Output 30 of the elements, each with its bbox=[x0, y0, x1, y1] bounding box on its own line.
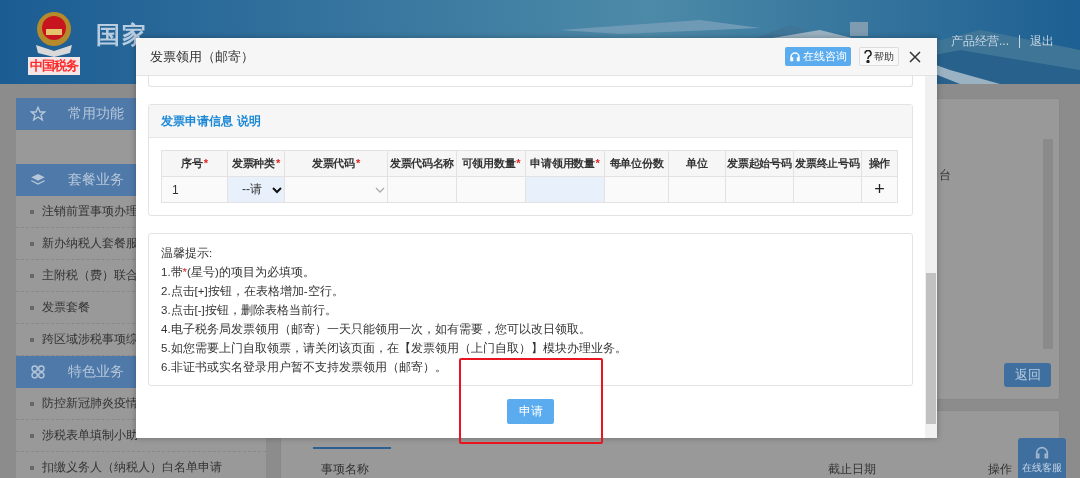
column-header: 操作 bbox=[988, 461, 1012, 478]
tip-text: 4.电子税务局发票领用（邮寄）一天只能领用一次，如有需要，您可以改日领取。 bbox=[161, 322, 592, 337]
section-title: 发票申请信息 bbox=[161, 112, 233, 130]
tip-text: 3.点击[-]按钮，删除表格当前行。 bbox=[161, 303, 338, 318]
column-header: 操作 bbox=[861, 150, 898, 177]
tip-text: 5.如您需要上门自取领票，请关闭该页面，在【发票领用（上门自取）】模块办理业务。 bbox=[161, 341, 628, 356]
section-title: 特色业务 bbox=[68, 363, 124, 381]
column-header: 可领用数量* bbox=[456, 150, 526, 177]
column-header: 每单位份数 bbox=[604, 150, 669, 177]
tip-text: 2.点击[+]按钮，在表格增加-空行。 bbox=[161, 284, 345, 299]
column-header: 单位 bbox=[668, 150, 726, 177]
logo-text: 中国税务 bbox=[28, 57, 80, 75]
column-header: 发票代码* bbox=[284, 150, 388, 177]
dialog-title: 发票领用（邮寄） bbox=[150, 47, 255, 66]
user-name: 产品经营... bbox=[951, 33, 1009, 50]
column-header: 发票种类* bbox=[227, 150, 285, 177]
column-header: 事项名称 bbox=[321, 461, 369, 478]
section-title: 常用功能 bbox=[68, 105, 124, 123]
column-header: 发票起始号码 bbox=[725, 150, 794, 177]
tips-title: 温馨提示: bbox=[161, 246, 214, 261]
column-header: 序号* bbox=[161, 150, 228, 177]
column-header: 申请领用数量* bbox=[525, 150, 605, 177]
tip-text: 1.带*(星号)的项目为必填项。 bbox=[161, 265, 316, 280]
column-header: 发票终止号码 bbox=[793, 150, 862, 177]
tip-text: 6.非证书或实名登录用户暂不支持发票领用（邮寄）。 bbox=[161, 360, 448, 375]
column-header: 发票代码名称 bbox=[387, 150, 457, 177]
section-title: 套餐业务 bbox=[68, 171, 124, 189]
panel-text: 台 bbox=[939, 167, 951, 184]
column-header: 截止日期 bbox=[828, 461, 876, 478]
table-cell: 1 bbox=[161, 176, 228, 203]
